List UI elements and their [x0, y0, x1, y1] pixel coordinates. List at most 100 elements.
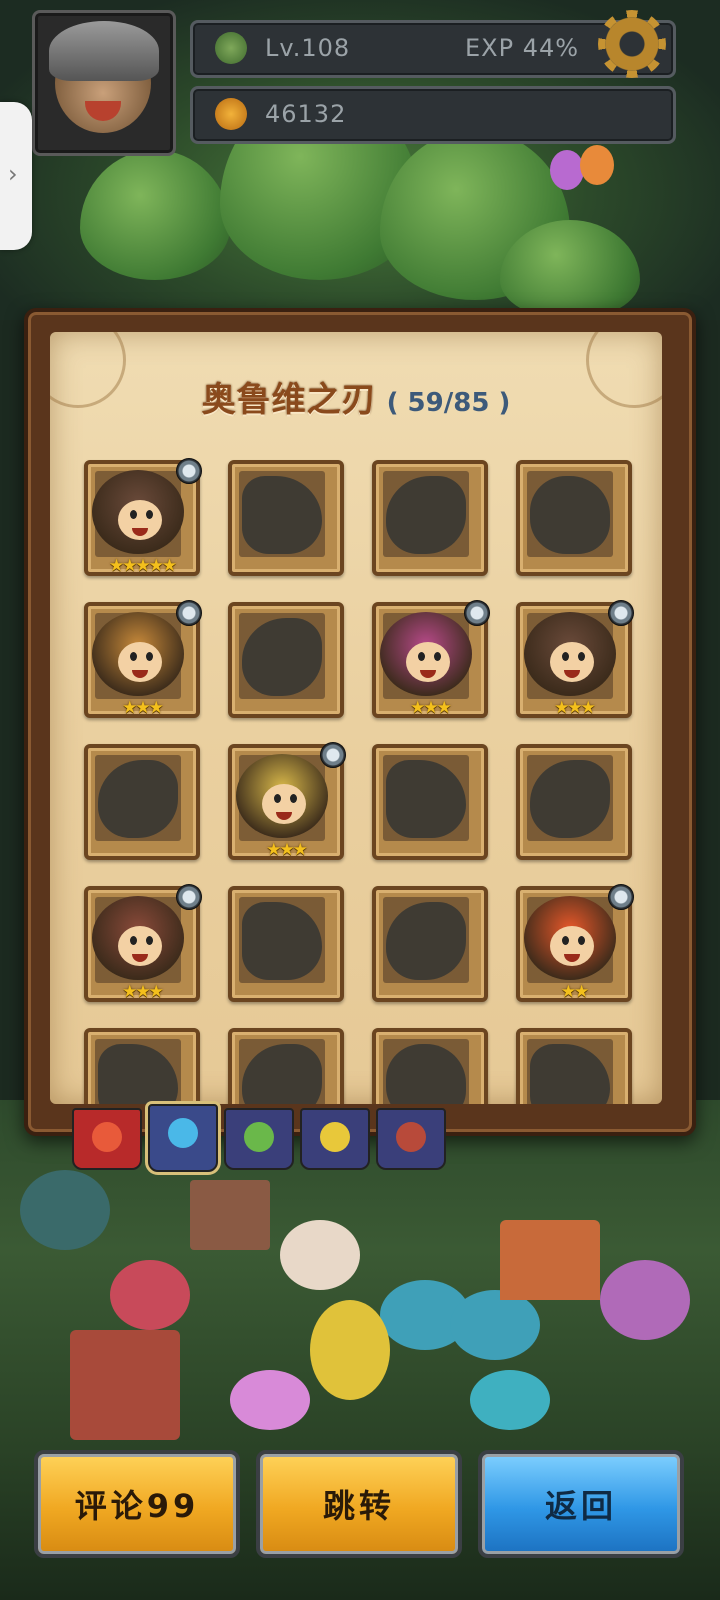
light-element-icon: [320, 1122, 350, 1152]
dark-element-icon: [396, 1122, 426, 1152]
tab-light[interactable]: [300, 1108, 370, 1170]
hero-eye: [578, 652, 585, 661]
rank-badge-icon: [320, 742, 346, 768]
water-element-icon: [168, 1118, 198, 1148]
hero-card-locked[interactable]: [516, 1028, 632, 1104]
comment-button-label: 评论99: [74, 1487, 200, 1525]
tab-dark[interactable]: [376, 1108, 446, 1170]
settings-gear-icon[interactable]: [598, 10, 666, 78]
hero-silhouette: [530, 760, 610, 838]
hero-portrait: [236, 754, 328, 838]
rank-badge-icon: [608, 884, 634, 910]
balloon-decoration: [580, 145, 614, 185]
hero-card[interactable]: ★★: [516, 884, 634, 1002]
tab-nature[interactable]: [224, 1108, 294, 1170]
monster-decoration: [450, 1290, 540, 1360]
hero-eye: [290, 794, 297, 803]
rank-badge-icon: [464, 600, 490, 626]
collection-panel: 奥鲁维之刃( 59/85 ) ★★★★★ ★★★ ★★★ ★★★ ★★★ ★★★ ★★: [24, 308, 696, 1136]
hero-eye: [130, 510, 137, 519]
rank-badge-icon: [176, 600, 202, 626]
house-decoration: [70, 1330, 180, 1440]
signpost-decoration: [190, 1180, 270, 1250]
hero-portrait: [92, 612, 184, 696]
hero-silhouette: [530, 476, 610, 554]
hero-card-locked[interactable]: [516, 460, 632, 576]
hero-card[interactable]: ★★★: [84, 884, 202, 1002]
hero-silhouette: [386, 476, 466, 554]
star-rating: ★★★: [122, 698, 164, 718]
hero-card[interactable]: ★★★: [228, 742, 346, 860]
house-decoration: [500, 1220, 600, 1300]
star-rating: ★★: [560, 982, 589, 1002]
parchment: 奥鲁维之刃( 59/85 ) ★★★★★ ★★★ ★★★ ★★★ ★★★ ★★★ ★★: [50, 332, 662, 1104]
hero-card-locked[interactable]: [372, 744, 488, 860]
hero-card[interactable]: ★★★: [84, 600, 202, 718]
comment-button[interactable]: 评论99: [34, 1450, 240, 1558]
hero-silhouette: [98, 760, 178, 838]
monster-decoration: [110, 1260, 190, 1330]
star-rating: ★★★: [122, 982, 164, 1002]
hero-card-locked[interactable]: [372, 886, 488, 1002]
side-drawer-toggle[interactable]: ›: [0, 102, 32, 250]
rank-badge-icon: [608, 600, 634, 626]
jump-button-label: 跳转: [322, 1487, 395, 1525]
hero-eye: [146, 652, 153, 661]
star-rating: ★★★: [266, 840, 308, 860]
player-avatar[interactable]: [32, 10, 176, 156]
star-rating: ★★★★★: [108, 556, 177, 576]
hero-card-locked[interactable]: [84, 744, 200, 860]
fruit-icon: [215, 98, 247, 130]
hero-card-locked[interactable]: [228, 602, 344, 718]
monster-decoration: [20, 1170, 110, 1250]
clover-icon: [215, 32, 247, 64]
collection-count: ( 59/85 ): [386, 388, 511, 418]
balloon-decoration: [550, 150, 584, 190]
hero-card-locked[interactable]: [228, 1028, 344, 1104]
chevron-right-icon: ›: [8, 160, 18, 188]
hero-card-locked[interactable]: [372, 460, 488, 576]
hero-portrait: [92, 470, 184, 554]
collection-title: 奥鲁维之刃: [201, 380, 377, 420]
hero-card-locked[interactable]: [84, 1028, 200, 1104]
hero-eye: [130, 652, 137, 661]
star-rating: ★★★: [410, 698, 452, 718]
back-button[interactable]: 返回: [478, 1450, 684, 1558]
hero-eye: [434, 652, 441, 661]
hero-eye: [146, 510, 153, 519]
hero-eye: [130, 936, 137, 945]
hero-card-locked[interactable]: [372, 1028, 488, 1104]
monster-decoration: [600, 1260, 690, 1340]
monster-decoration: [310, 1300, 390, 1400]
hero-card[interactable]: ★★★★★: [84, 458, 202, 576]
hero-eye: [274, 794, 281, 803]
avatar-helmet: [49, 21, 159, 81]
monster-decoration: [230, 1370, 310, 1430]
exp-text: EXP 44%: [465, 34, 580, 62]
hero-card[interactable]: ★★★: [372, 600, 490, 718]
fire-element-icon: [92, 1122, 122, 1152]
hero-eye: [578, 936, 585, 945]
hero-card-locked[interactable]: [228, 460, 344, 576]
currency-bar: 46132: [190, 86, 676, 144]
hero-eye: [146, 936, 153, 945]
tab-water[interactable]: [148, 1104, 218, 1172]
hero-eye: [418, 652, 425, 661]
hero-card[interactable]: ★★★: [516, 600, 634, 718]
hero-card-locked[interactable]: [228, 886, 344, 1002]
monster-decoration: [470, 1370, 550, 1430]
jump-button[interactable]: 跳转: [256, 1450, 462, 1558]
hero-eye: [562, 936, 569, 945]
rank-badge-icon: [176, 884, 202, 910]
hero-portrait: [524, 896, 616, 980]
nature-element-icon: [244, 1122, 274, 1152]
level-text: Lv.108: [265, 34, 351, 62]
rank-badge-icon: [176, 458, 202, 484]
leaf-decoration: [80, 150, 230, 280]
currency-amount: 46132: [265, 100, 347, 128]
hero-eye: [562, 652, 569, 661]
tab-fire[interactable]: [72, 1108, 142, 1170]
back-button-label: 返回: [544, 1487, 617, 1525]
collection-header: 奥鲁维之刃 ( 59/85 ): [50, 372, 662, 421]
hero-card-locked[interactable]: [516, 744, 632, 860]
